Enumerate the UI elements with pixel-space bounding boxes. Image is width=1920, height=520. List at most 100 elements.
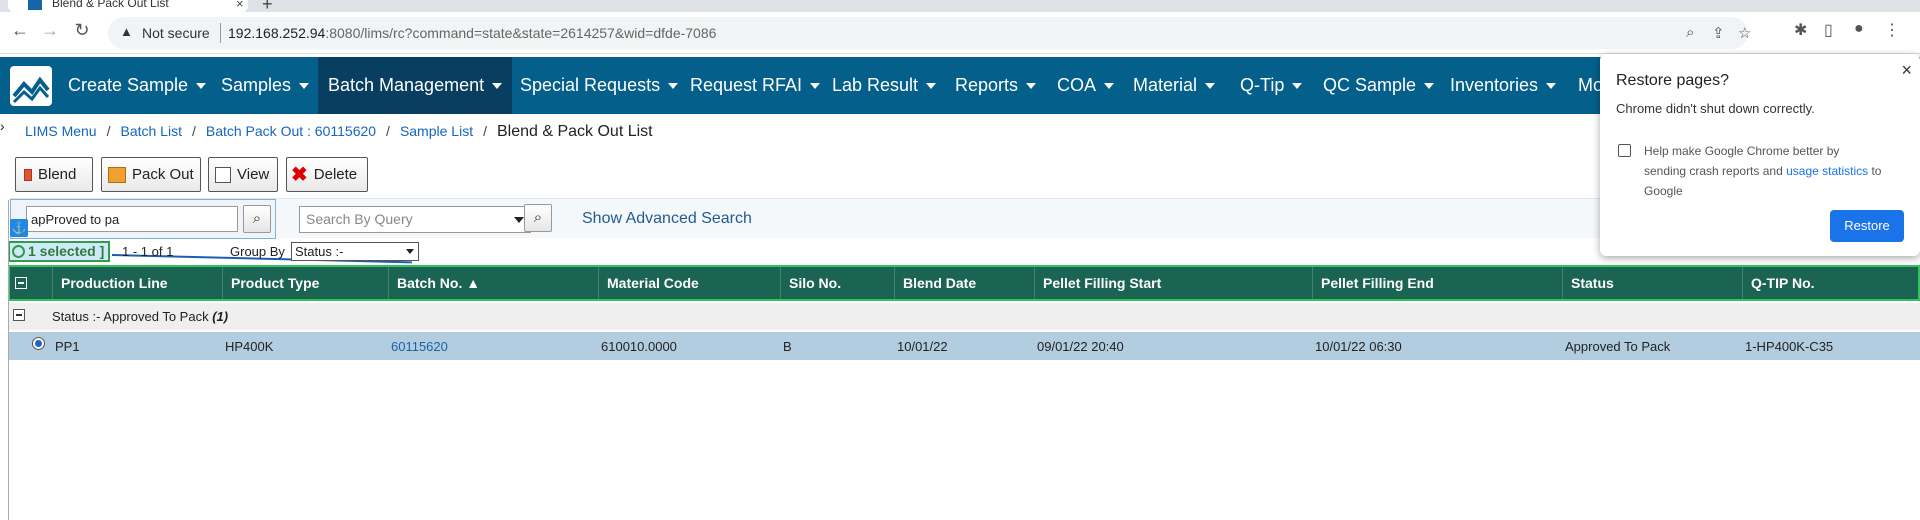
zoom-icon[interactable]: ⌕ [1686,24,1694,41]
nav-label: QC Sample [1323,75,1417,95]
url-host: 192.168.252.94 [228,25,326,41]
nav-label: Reports [955,75,1019,95]
nav-label: COA [1057,75,1097,95]
nav-material[interactable]: Material [1133,57,1216,114]
content-left-border [8,200,9,520]
delete-button[interactable]: ✖ Delete [286,157,368,192]
anchor-icon[interactable]: ⚓ [10,219,28,237]
chevron-down-icon [492,83,503,90]
tab-close-icon[interactable]: × [236,0,244,11]
extensions-icon[interactable]: ✱ [1794,20,1807,40]
view-label: View [237,166,270,183]
show-advanced-search-link[interactable]: Show Advanced Search [582,210,752,228]
breadcrumb-batch-list[interactable]: Batch List [120,123,181,139]
quick-search-input[interactable] [26,206,238,232]
search-icon: ⌕ [252,210,262,227]
col-production-line[interactable]: Production Line [52,267,222,299]
cell-product-type: HP400K [225,339,274,354]
col-material-code[interactable]: Material Code [598,267,780,299]
browser-tab[interactable]: Blend & Pack Out List × [8,0,248,12]
profile-avatar-icon[interactable]: ● [1854,20,1864,38]
nav-inventories[interactable]: Inventories [1450,57,1557,114]
side-panel-icon[interactable]: ▯ [1824,20,1833,40]
url-path: :8080/lims/rc?command=state&state=261425… [325,25,717,41]
group-collapse-toggle[interactable] [13,309,25,321]
nav-q-tip[interactable]: Q-Tip [1240,57,1303,114]
reload-icon[interactable]: ↻ [70,20,94,41]
nav-label: Request RFAI [690,75,803,95]
breadcrumb-separator: / [191,123,196,139]
app-logo[interactable] [10,66,52,106]
bookmark-star-icon[interactable]: ☆ [1738,24,1751,42]
breadcrumb-lims-menu[interactable]: LIMS Menu [25,123,97,139]
nav-label: Samples [221,75,292,95]
nav-reports[interactable]: Reports [955,57,1037,114]
pack-out-button[interactable]: Pack Out [101,157,201,192]
chevron-down-icon [1424,83,1435,90]
nav-qc-sample[interactable]: QC Sample [1323,57,1435,114]
group-row: Status :- Approved To Pack (1) [9,303,1920,330]
col-batch-no[interactable]: Batch No. ▲ [388,267,598,299]
chevron-down-icon [1026,83,1037,90]
selected-count: 1 selected ] [28,243,105,259]
chrome-menu-icon[interactable]: ⋮ [1884,20,1900,40]
nav-create-sample[interactable]: Create Sample [68,57,207,114]
col-status[interactable]: Status [1562,267,1742,299]
col-silo-no[interactable]: Silo No. [780,267,894,299]
restore-button[interactable]: Restore [1830,210,1904,242]
nav-lab-result[interactable]: Lab Result [832,57,937,114]
url-text[interactable]: 192.168.252.94:8080/lims/rc?command=stat… [228,25,716,41]
col-qtip-no[interactable]: Q-TIP No. [1742,267,1918,299]
page-title: Blend & Pack Out List [496,123,653,140]
breadcrumb-sample-list[interactable]: Sample List [400,123,473,139]
breadcrumb-separator: / [483,123,487,139]
cell-qtip-no: 1-HP400K-C35 [1745,339,1834,354]
collapse-all-toggle[interactable] [15,277,27,289]
quick-search-button[interactable]: ⌕ [243,205,271,233]
selected-count-badge[interactable]: 1 selected ] [8,241,111,262]
grid-header: Production Line Product Type Batch No. ▲… [8,265,1920,301]
usage-statistics-link[interactable]: usage statistics [1786,164,1868,178]
crash-report-checkbox[interactable] [1618,144,1631,157]
close-icon[interactable]: × [1901,60,1912,81]
address-bar[interactable]: ▲ Not secure 192.168.252.94:8080/lims/rc… [108,17,1751,49]
nav-special-requests[interactable]: Special Requests [520,57,679,114]
back-arrow-icon[interactable]: ← [8,20,32,41]
not-secure-label: Not secure [142,25,210,41]
cell-batch-no-link[interactable]: 60115620 [391,339,448,354]
query-search-button[interactable]: ⌕ [524,204,552,232]
nav-request-rfai[interactable]: Request RFAI [690,57,821,114]
tab-title: Blend & Pack Out List [52,0,169,10]
cell-filling-end: 10/01/22 06:30 [1315,339,1402,354]
logo-mountain-icon [12,76,50,104]
target-icon [12,245,25,258]
breadcrumb-batch-pack-out[interactable]: Batch Pack Out : 60115620 [206,123,376,139]
row-select-radio[interactable] [32,337,45,350]
col-product-type[interactable]: Product Type [222,267,388,299]
box-icon [108,167,126,184]
collapse-chevron-icon[interactable]: › [0,118,5,134]
col-blend-date[interactable]: Blend Date [894,267,1034,299]
cell-filling-start: 09/01/22 20:40 [1037,339,1124,354]
nav-coa[interactable]: COA [1057,57,1115,114]
nav-samples[interactable]: Samples [221,57,310,114]
group-by-value: Status :- [295,244,344,259]
nav-label: Material [1133,75,1198,95]
chevron-down-icon [926,83,937,90]
share-icon[interactable]: ⇪ [1712,24,1725,42]
blend-button[interactable]: Blend [15,157,93,192]
col-pellet-filling-end[interactable]: Pellet Filling End [1312,267,1562,299]
table-row[interactable]: PP1 HP400K 60115620 610010.0000 B 10/01/… [9,332,1920,360]
breadcrumb: LIMS Menu / Batch List / Batch Pack Out : 60… [25,123,653,141]
search-by-query-select[interactable]: Search By Query [299,206,531,233]
nav-batch-management[interactable]: Batch Management [318,57,513,114]
blend-icon [24,169,32,182]
col-pellet-filling-start[interactable]: Pellet Filling Start [1034,267,1312,299]
view-button[interactable]: View [208,157,278,192]
forward-arrow-icon[interactable]: → [38,20,62,41]
crash-report-text: Help make Google Chrome better by sendin… [1644,141,1884,201]
cell-material-code: 610010.0000 [601,339,677,354]
dialog-message: Chrome didn't shut down correctly. [1616,101,1815,116]
dialog-title: Restore pages? [1616,72,1729,89]
group-by-select[interactable]: Status :- [291,242,419,261]
